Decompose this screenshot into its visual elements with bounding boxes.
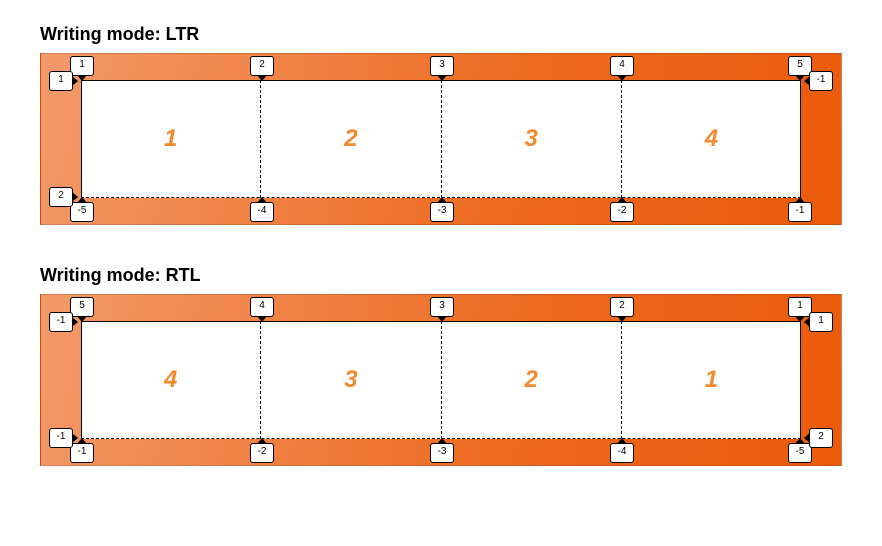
- ltr-col-bot-5: -1: [788, 202, 812, 222]
- rtl-cell-2: 3: [260, 321, 440, 439]
- rtl-row-left-top: -1: [49, 312, 73, 332]
- rtl-col-line-R: [800, 321, 801, 439]
- ltr-col-top-2: 2: [250, 56, 274, 76]
- ltr-cell-3: 3: [441, 80, 621, 198]
- ltr-col-line-1: [81, 80, 82, 198]
- rtl-title: Writing mode: RTL: [40, 265, 842, 286]
- ltr-col-line-5: [800, 80, 801, 198]
- rtl-col-line-L: [81, 321, 82, 439]
- ltr-block: Writing mode: LTR 1 2 3 4 1 2 3 4 5 -5 -…: [40, 24, 842, 225]
- ltr-row-left-1: 1: [49, 71, 73, 91]
- ltr-grid: 1 2 3 4 1 2 3 4 5 -5 -4 -3 -2 -1 1 2 -1: [40, 53, 842, 225]
- ltr-row-left-2: 2: [49, 187, 73, 207]
- ltr-title: Writing mode: LTR: [40, 24, 842, 45]
- rtl-row-right-top: 1: [809, 312, 833, 332]
- ltr-col-bot-3: -3: [430, 202, 454, 222]
- rtl-col-bot-2: -2: [250, 443, 274, 463]
- rtl-col-top-4: 2: [610, 297, 634, 317]
- rtl-col-top-1: 5: [70, 297, 94, 317]
- rtl-col-bot-1: -1: [70, 443, 94, 463]
- rtl-cell-1: 4: [81, 321, 260, 439]
- rtl-col-top-2: 4: [250, 297, 274, 317]
- rtl-col-bot-3: -3: [430, 443, 454, 463]
- ltr-row-right-neg1: -1: [809, 71, 833, 91]
- rtl-col-top-3: 3: [430, 297, 454, 317]
- rtl-col-bot-4: -4: [610, 443, 634, 463]
- rtl-block: Writing mode: RTL 4 3 2 1 5 4 3 2 1 -1 -…: [40, 265, 842, 466]
- ltr-col-bot-1: -5: [70, 202, 94, 222]
- rtl-cell-4: 1: [621, 321, 801, 439]
- ltr-cells: 1 2 3 4: [81, 80, 801, 198]
- ltr-col-top-3: 3: [430, 56, 454, 76]
- ltr-cell-1: 1: [81, 80, 260, 198]
- ltr-col-top-1: 1: [70, 56, 94, 76]
- ltr-col-top-4: 4: [610, 56, 634, 76]
- rtl-cell-3: 2: [441, 321, 621, 439]
- rtl-row-left-bottom: -1: [49, 428, 73, 448]
- ltr-col-bot-2: -4: [250, 202, 274, 222]
- ltr-cell-4: 4: [621, 80, 801, 198]
- rtl-grid: 4 3 2 1 5 4 3 2 1 -1 -2 -3 -4 -5 -1 -1 1…: [40, 294, 842, 466]
- ltr-cell-2: 2: [260, 80, 440, 198]
- rtl-cells: 4 3 2 1: [81, 321, 801, 439]
- rtl-row-right-bottom: 2: [809, 428, 833, 448]
- ltr-col-bot-4: -2: [610, 202, 634, 222]
